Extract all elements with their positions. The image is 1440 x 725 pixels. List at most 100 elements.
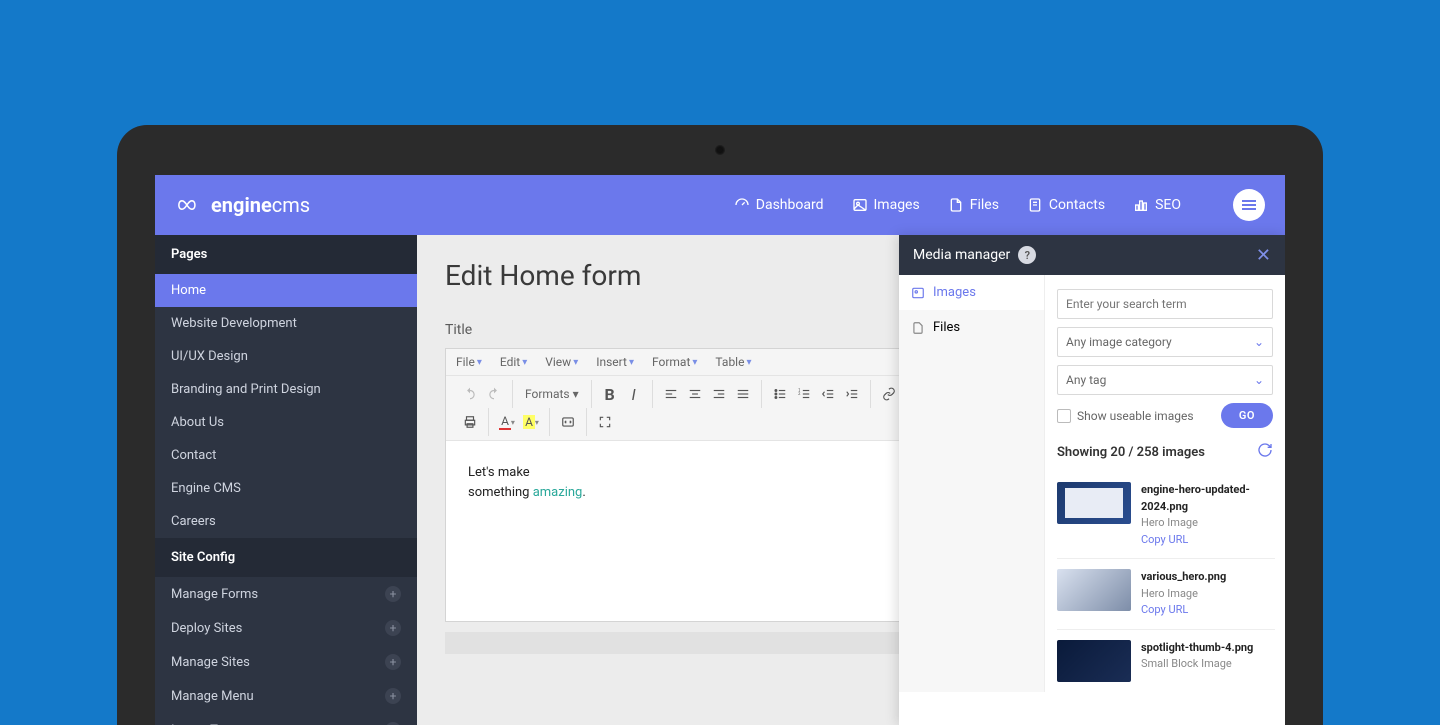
sidebar-item-enginecms[interactable]: Engine CMS: [155, 472, 417, 505]
media-controls: Any image category⌄ Any tag⌄ Show useabl…: [1045, 275, 1285, 692]
sidebar-item-branding[interactable]: Branding and Print Design: [155, 373, 417, 406]
sidebar-item-manage-menu[interactable]: Manage Menu +: [155, 679, 417, 713]
sidebar-item-manage-sites[interactable]: Manage Sites +: [155, 645, 417, 679]
editor-menu-view[interactable]: View▾: [545, 355, 578, 369]
brand-name-1: engine: [211, 193, 272, 217]
link-button[interactable]: [877, 382, 901, 406]
fullscreen-button[interactable]: [593, 410, 617, 434]
align-center-button[interactable]: [683, 382, 707, 406]
sidebar-item-manage-forms[interactable]: Manage Forms +: [155, 577, 417, 611]
bullet-list-button[interactable]: [768, 382, 792, 406]
plus-icon[interactable]: +: [385, 654, 401, 670]
image-list-item[interactable]: various_hero.png Hero Image Copy URL: [1057, 559, 1275, 630]
editor-menu-edit[interactable]: Edit▾: [500, 355, 527, 369]
image-thumbnail: [1057, 482, 1131, 524]
bold-button[interactable]: B: [598, 382, 622, 406]
chevron-down-icon: ▾: [522, 357, 527, 368]
brand-logo[interactable]: enginecms: [175, 191, 310, 219]
sidebar-item-label: UI/UX Design: [171, 349, 248, 364]
image-filename: various_hero.png: [1141, 569, 1275, 586]
plus-icon[interactable]: +: [385, 586, 401, 602]
code-button[interactable]: [556, 410, 580, 434]
nav-contacts[interactable]: Contacts: [1027, 197, 1105, 213]
dashboard-icon: [734, 197, 750, 213]
sidebar-item-label: Website Development: [171, 316, 297, 331]
hamburger-menu-button[interactable]: [1233, 189, 1265, 221]
align-left-button[interactable]: [659, 382, 683, 406]
sidebar-item-label: Manage Forms: [171, 587, 258, 602]
nav-label: Images: [874, 197, 920, 213]
text-color-button[interactable]: A▾: [495, 410, 519, 434]
media-tab-files[interactable]: Files: [899, 310, 1044, 345]
sidebar-item-label: Manage Sites: [171, 655, 250, 670]
chevron-down-icon: ▾: [692, 357, 697, 368]
editor-menu-file[interactable]: File▾: [456, 355, 482, 369]
nav-files[interactable]: Files: [948, 197, 999, 213]
sidebar-item-contact[interactable]: Contact: [155, 439, 417, 472]
sidebar-item-image-types[interactable]: Image Types+: [155, 713, 417, 725]
sidebar-item-careers[interactable]: Careers: [155, 505, 417, 538]
plus-icon[interactable]: +: [385, 620, 401, 636]
sidebar-item-webdev[interactable]: Website Development: [155, 307, 417, 340]
go-button[interactable]: GO: [1221, 403, 1273, 428]
media-search-input[interactable]: [1057, 289, 1273, 319]
svg-text:2: 2: [798, 391, 801, 396]
nav-label: SEO: [1155, 197, 1181, 213]
editor-menu-insert[interactable]: Insert▾: [596, 355, 634, 369]
chevron-down-icon: ▾: [477, 357, 482, 368]
tag-select[interactable]: Any tag⌄: [1057, 365, 1273, 395]
image-filename: spotlight-thumb-4.png: [1141, 640, 1275, 657]
image-list-item[interactable]: engine-hero-updated-2024.png Hero Image …: [1057, 472, 1275, 559]
image-filename: engine-hero-updated-2024.png: [1141, 482, 1275, 515]
image-category: Hero Image: [1141, 586, 1275, 603]
image-list-item[interactable]: spotlight-thumb-4.png Small Block Image: [1057, 630, 1275, 692]
infinity-gear-icon: [175, 191, 203, 219]
hamburger-icon: [1241, 199, 1257, 211]
chevron-down-icon: ▾: [573, 387, 579, 401]
results-count: Showing 20 / 258 images: [1057, 445, 1205, 460]
nav-images[interactable]: Images: [852, 197, 920, 213]
nav-dashboard[interactable]: Dashboard: [734, 197, 824, 213]
chevron-down-icon: ▾: [746, 357, 751, 368]
undo-button[interactable]: [458, 382, 482, 406]
help-icon[interactable]: ?: [1018, 246, 1036, 264]
sidebar-item-uiux[interactable]: UI/UX Design: [155, 340, 417, 373]
image-icon: [852, 197, 868, 213]
chevron-down-icon: ⌄: [1254, 373, 1264, 387]
copy-url-link[interactable]: Copy URL: [1141, 602, 1275, 619]
close-icon[interactable]: ✕: [1256, 245, 1271, 266]
sidebar-item-deploy-sites[interactable]: Deploy Sites +: [155, 611, 417, 645]
sidebar-item-about[interactable]: About Us: [155, 406, 417, 439]
nav-label: Files: [970, 197, 999, 213]
editor-menu-format[interactable]: Format▾: [652, 355, 697, 369]
align-justify-button[interactable]: [731, 382, 755, 406]
italic-button[interactable]: I: [622, 382, 646, 406]
bg-color-button[interactable]: A▾: [519, 410, 543, 434]
useable-images-checkbox[interactable]: Show useable images: [1057, 409, 1194, 423]
number-list-button[interactable]: 12: [792, 382, 816, 406]
copy-url-link[interactable]: Copy URL: [1141, 532, 1275, 549]
seo-icon: [1133, 197, 1149, 213]
app-screen: enginecms Dashboard Images Files: [155, 175, 1285, 725]
image-thumbnail: [1057, 640, 1131, 682]
align-right-button[interactable]: [707, 382, 731, 406]
print-button[interactable]: [458, 410, 482, 434]
media-manager-panel: Media manager ? ✕ Images: [899, 235, 1285, 725]
plus-icon[interactable]: +: [385, 688, 401, 704]
editor-menu-table[interactable]: Table▾: [715, 355, 751, 369]
image-icon: [911, 286, 925, 300]
redo-button[interactable]: [482, 382, 506, 406]
camera-icon: [715, 145, 725, 155]
app-header: enginecms Dashboard Images Files: [155, 175, 1285, 235]
sidebar-section-config: Site Config: [155, 538, 417, 577]
outdent-button[interactable]: [816, 382, 840, 406]
formats-dropdown[interactable]: Formats▾: [519, 387, 585, 401]
indent-button[interactable]: [840, 382, 864, 406]
nav-seo[interactable]: SEO: [1133, 197, 1181, 213]
media-tab-images[interactable]: Images: [899, 275, 1044, 310]
sidebar-item-label: Manage Menu: [171, 689, 254, 704]
category-select[interactable]: Any image category⌄: [1057, 327, 1273, 357]
refresh-icon[interactable]: [1257, 442, 1273, 462]
sidebar-item-label: Deploy Sites: [171, 621, 242, 636]
sidebar-item-home[interactable]: Home: [155, 274, 417, 307]
